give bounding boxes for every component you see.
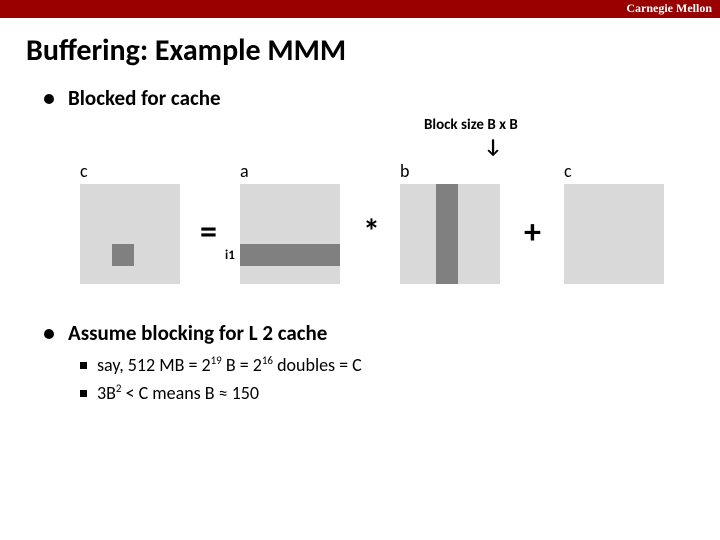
assume-section: Assume blocking for L 2 cache say, 512 M… [44, 320, 362, 404]
brand-label: Carnegie Mellon [626, 1, 712, 16]
op-eq: = [200, 212, 217, 253]
t: doubles = C [273, 354, 362, 376]
op-times: * [363, 212, 380, 253]
square-bullet [80, 362, 87, 369]
mmm-diagram: c = a i1 * b + c [80, 160, 680, 310]
matrix-a [240, 184, 340, 284]
sub-bullet-1: say, 512 MB = 219 B = 216 doubles = C [44, 354, 362, 376]
t: < C means B ≈ 150 [122, 382, 260, 404]
bullet-assume: Assume blocking for L 2 cache [44, 320, 362, 346]
bullet-text: Assume blocking for L 2 cache [68, 320, 327, 346]
sub-bullet-2: 3B2 < C means B ≈ 150 [44, 382, 362, 404]
t: say, 512 MB = 2 [97, 354, 211, 376]
matrix-b [400, 184, 500, 284]
header-bar: Carnegie Mellon [0, 0, 720, 18]
label-c1: c [80, 160, 88, 182]
label-i1: i1 [225, 248, 235, 263]
square-bullet [80, 390, 87, 397]
t: B = 2 [222, 354, 262, 376]
bullet-blocked: Blocked for cache [44, 85, 676, 111]
block-a-row [240, 244, 340, 266]
slide-title: Buffering: Example MMM [0, 18, 720, 77]
bullet-list: Blocked for cache [0, 77, 720, 111]
label-c2: c [564, 160, 572, 182]
block-b-col [436, 184, 458, 284]
t: 3B [97, 382, 116, 404]
bullet-dot [44, 329, 54, 339]
blocksize-label: Block size B x B [424, 116, 518, 134]
bullet-dot [44, 94, 54, 104]
bullet-text: Blocked for cache [68, 85, 221, 111]
op-plus: + [524, 212, 541, 253]
sub-text: 3B2 < C means B ≈ 150 [97, 382, 259, 404]
sub-text: say, 512 MB = 219 B = 216 doubles = C [97, 354, 362, 376]
label-b: b [400, 160, 409, 182]
exp: 16 [262, 354, 273, 367]
matrix-c1 [80, 184, 180, 284]
label-a: a [240, 160, 249, 182]
exp: 19 [211, 354, 222, 367]
matrix-c2 [564, 184, 664, 284]
block-c1 [112, 244, 134, 266]
arrow-down-icon: ↓ [484, 135, 502, 159]
